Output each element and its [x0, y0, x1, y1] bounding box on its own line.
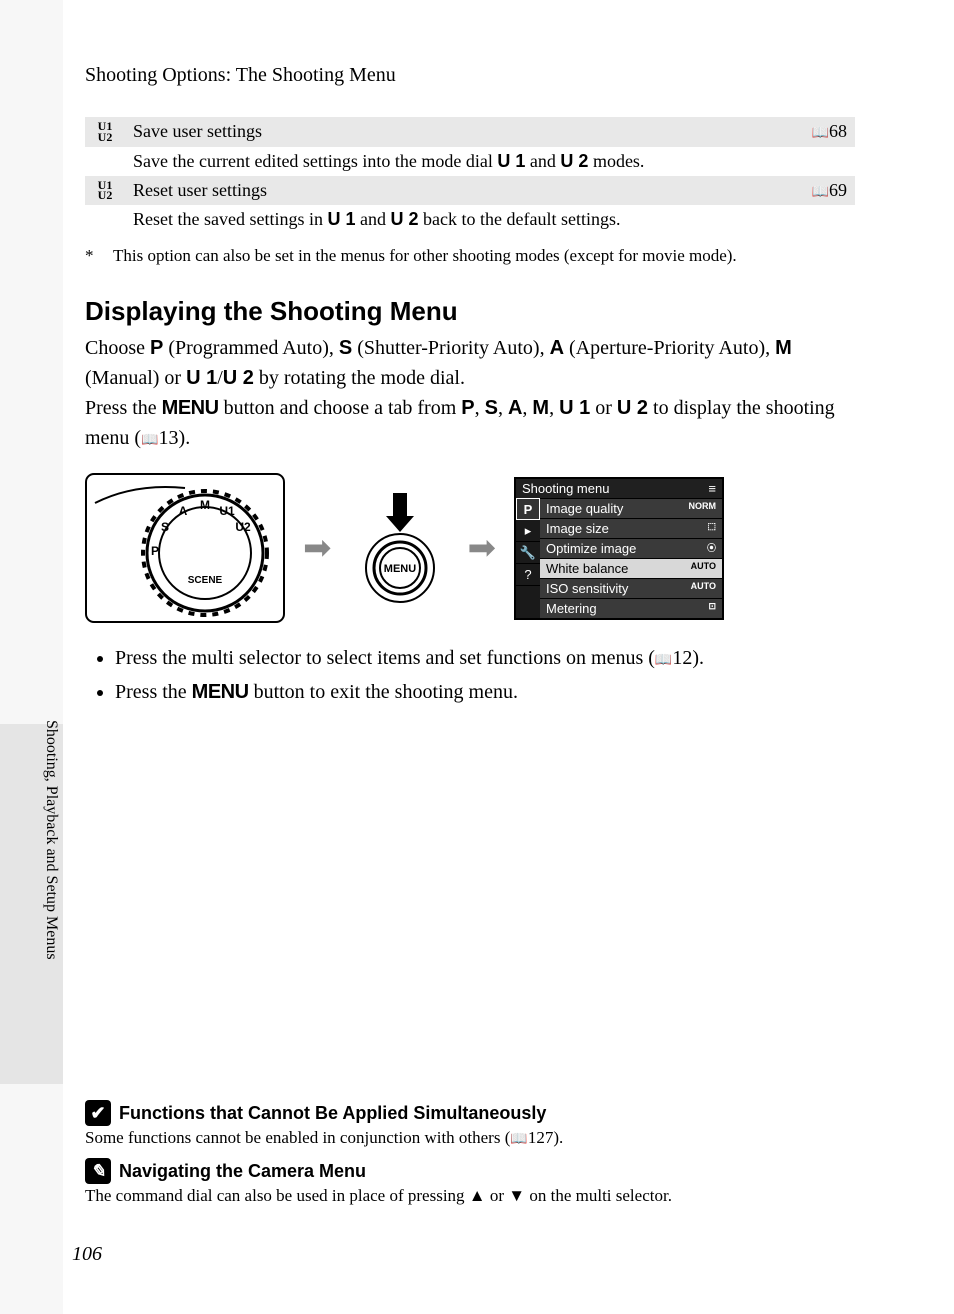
section-title: Shooting Options: The Shooting Menu	[85, 64, 855, 87]
note-body: The command dial can also be used in pla…	[85, 1186, 855, 1206]
caution-icon: ✔	[85, 1100, 111, 1126]
table-row: U1U2 Reset user settings 📖69	[85, 176, 855, 206]
row-title: Reset user settings	[125, 176, 785, 206]
mode-dial-illustration: M A S P U1 U2 SCENE	[85, 473, 285, 623]
svg-text:SCENE: SCENE	[188, 575, 223, 586]
a-mode-icon: A	[550, 337, 564, 359]
row-desc: Reset the saved settings in U 1 and U 2 …	[125, 205, 855, 234]
row-title: Save user settings	[125, 117, 785, 147]
svg-text:U1: U1	[219, 504, 235, 518]
page-number: 106	[72, 1243, 102, 1266]
shooting-menu-screenshot: Shooting menu ≡ P ▸ 🔧 ? Image qualityNOR…	[514, 477, 724, 620]
menu-item: Image qualityNORM	[540, 498, 722, 518]
svg-text:S: S	[161, 520, 169, 534]
bullet-list: Press the multi selector to select items…	[115, 643, 855, 707]
note-heading: ✔ Functions that Cannot Be Applied Simul…	[85, 1100, 855, 1126]
menu-label-icon: MENU	[192, 681, 249, 703]
side-section-label: Shooting, Playback and Setup Menus	[42, 720, 60, 960]
list-item: Press the MENU button to exit the shooti…	[115, 677, 855, 707]
svg-text:A: A	[179, 504, 188, 518]
side-tab-bar	[0, 0, 63, 1314]
m-mode-icon: M	[775, 337, 792, 359]
asterisk-icon: *	[85, 246, 113, 266]
row-desc: Save the current edited settings into th…	[125, 147, 855, 176]
menu-item: Optimize image⦿	[540, 538, 722, 558]
note-heading: ✎ Navigating the Camera Menu	[85, 1158, 855, 1184]
u1u2-icon: U1U2	[85, 176, 125, 206]
menu-tabs: P ▸ 🔧 ?	[516, 498, 540, 618]
s-mode-icon: S	[339, 337, 352, 359]
page-ref: 📖68	[785, 117, 855, 147]
svg-text:MENU: MENU	[383, 563, 415, 575]
menu-tab: P	[516, 498, 540, 520]
menu-tab: ?	[516, 564, 540, 586]
menu-tab: 🔧	[516, 542, 540, 564]
menu-tab: ▸	[516, 520, 540, 542]
menu-item: Metering⊡	[540, 598, 722, 618]
menu-item-selected: White balanceAUTO	[540, 558, 722, 578]
illustration-row: M A S P U1 U2 SCENE ➡ MENU ➡ Shooting me…	[85, 473, 855, 623]
page-ref: 📖69	[785, 176, 855, 206]
paragraph-2: Press the MENU button and choose a tab f…	[85, 393, 855, 453]
menu-label-icon: MENU	[162, 397, 219, 419]
table-row-desc: Reset the saved settings in U 1 and U 2 …	[85, 205, 855, 234]
menu-button-illustration: MENU	[350, 488, 450, 608]
svg-text:M: M	[200, 498, 210, 512]
arrow-right-icon: ➡	[468, 528, 497, 568]
pencil-icon: ✎	[85, 1158, 111, 1184]
arrow-right-icon: ➡	[303, 528, 332, 568]
list-item: Press the multi selector to select items…	[115, 643, 855, 673]
u1u2-icon: U1U2	[85, 117, 125, 147]
battery-icon: ≡	[708, 481, 716, 496]
table-row-desc: Save the current edited settings into th…	[85, 147, 855, 176]
subheading: Displaying the Shooting Menu	[85, 296, 855, 327]
u1-mode-icon: U 1	[186, 367, 217, 389]
menu-item: ISO sensitivityAUTO	[540, 578, 722, 598]
menu-screen-title: Shooting menu	[522, 481, 609, 496]
u2-mode-icon: U 2	[223, 367, 254, 389]
paragraph-1: Choose P (Programmed Auto), S (Shutter-P…	[85, 333, 855, 393]
menu-item: Image size⬚	[540, 518, 722, 538]
options-table: U1U2 Save user settings 📖68 Save the cur…	[85, 117, 855, 234]
note-body: Some functions cannot be enabled in conj…	[85, 1128, 855, 1148]
svg-text:P: P	[151, 544, 159, 558]
footnote: *This option can also be set in the menu…	[85, 246, 855, 266]
table-row: U1U2 Save user settings 📖68	[85, 117, 855, 147]
svg-text:U2: U2	[235, 520, 251, 534]
p-mode-icon: P	[150, 337, 163, 359]
